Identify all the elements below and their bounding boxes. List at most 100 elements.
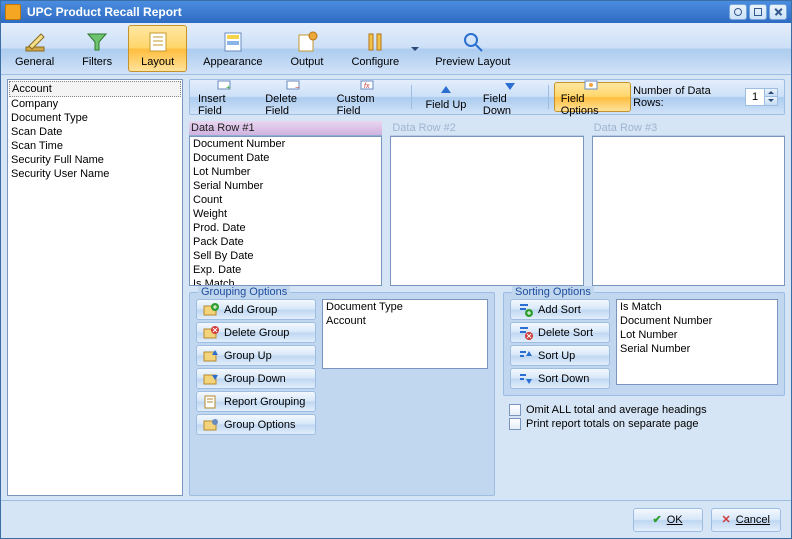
available-fields-list[interactable]: Account Company Document Type Scan Date … — [7, 79, 183, 496]
list-item[interactable]: Sell By Date — [190, 249, 381, 263]
tab-label: Output — [290, 56, 323, 68]
group-options-button[interactable]: Group Options — [196, 414, 316, 435]
add-sort-button[interactable]: Add Sort — [510, 299, 610, 320]
list-item[interactable]: Account — [9, 81, 181, 97]
list-item[interactable]: Account — [323, 314, 487, 328]
field-down-button[interactable]: Field Down — [477, 82, 543, 112]
options-icon — [203, 417, 219, 433]
tab-label: Preview Layout — [435, 56, 510, 68]
svg-text:−: − — [295, 83, 300, 92]
rows-spin-down[interactable] — [765, 97, 777, 105]
list-item[interactable]: Is Match — [190, 277, 381, 286]
pencil-icon — [23, 30, 47, 54]
add-group-button[interactable]: Add Group — [196, 299, 316, 320]
list-item[interactable]: Exp. Date — [190, 263, 381, 277]
tab-appearance[interactable]: Appearance — [189, 23, 276, 74]
button-label: Field Options — [561, 93, 624, 117]
data-row-1: Data Row #1 Document Number Document Dat… — [189, 121, 382, 286]
button-label: Delete Group — [224, 327, 289, 339]
tab-label: Layout — [141, 56, 174, 68]
list-item[interactable]: Serial Number — [617, 342, 777, 356]
preview-icon — [461, 30, 485, 54]
list-item[interactable]: Lot Number — [617, 328, 777, 342]
list-item[interactable]: Scan Date — [9, 125, 181, 139]
maximize-button[interactable] — [749, 4, 767, 20]
list-item[interactable]: Document Type — [323, 300, 487, 314]
delete-sort-button[interactable]: Delete Sort — [510, 322, 610, 343]
list-item[interactable]: Document Number — [190, 137, 381, 151]
custom-field-button[interactable]: fx Custom Field — [331, 82, 406, 112]
right-column: Sorting Options Add Sort Delete Sort — [503, 292, 785, 496]
group-box-label: Sorting Options — [512, 286, 594, 298]
group-down-button[interactable]: Group Down — [196, 368, 316, 389]
print-totals-checkbox[interactable]: Print report totals on separate page — [509, 418, 785, 430]
grouping-options: Grouping Options Add Group Delete Group — [189, 292, 495, 496]
layout-panel: + Insert Field − Delete Field fx Custom … — [189, 79, 785, 496]
sort-down-button[interactable]: Sort Down — [510, 368, 610, 389]
ok-button[interactable]: ✔ OK — [633, 508, 703, 532]
tab-output[interactable]: Output — [276, 23, 337, 74]
group-up-button[interactable]: Group Up — [196, 345, 316, 366]
list-item[interactable]: Lot Number — [190, 165, 381, 179]
up-icon — [517, 348, 533, 364]
rows-label: Number of Data Rows: — [633, 85, 741, 109]
options-icon — [584, 78, 600, 92]
layout-icon — [146, 30, 170, 54]
down-icon — [517, 371, 533, 387]
separator — [548, 85, 549, 109]
window-title: UPC Product Recall Report — [27, 5, 182, 19]
sort-up-button[interactable]: Sort Up — [510, 345, 610, 366]
grouping-list[interactable]: Document Type Account — [322, 299, 488, 369]
rows-spinner[interactable] — [745, 88, 778, 106]
tab-general[interactable]: General — [1, 23, 68, 74]
list-item[interactable]: Is Match — [617, 300, 777, 314]
checkbox-icon — [509, 404, 521, 416]
list-item[interactable]: Scan Time — [9, 139, 181, 153]
layout-toolbar: + Insert Field − Delete Field fx Custom … — [189, 79, 785, 115]
delete-icon — [203, 325, 219, 341]
rows-input[interactable] — [746, 90, 764, 104]
close-button[interactable] — [769, 4, 787, 20]
svg-text:+: + — [226, 83, 231, 92]
report-grouping-button[interactable]: Report Grouping — [196, 391, 316, 412]
tab-filters[interactable]: Filters — [68, 23, 126, 74]
list-item[interactable]: Document Date — [190, 151, 381, 165]
field-up-button[interactable]: Field Up — [417, 82, 475, 112]
list-item[interactable]: Prod. Date — [190, 221, 381, 235]
omit-headings-checkbox[interactable]: Omit ALL total and average headings — [509, 404, 785, 416]
button-label: Cancel — [736, 514, 770, 526]
tab-layout[interactable]: Layout — [128, 25, 187, 72]
custom-icon: fx — [360, 78, 376, 92]
field-options-button[interactable]: Field Options — [554, 82, 631, 112]
tab-label: Filters — [82, 56, 112, 68]
list-item[interactable]: Security Full Name — [9, 153, 181, 167]
rows-spin-up[interactable] — [765, 89, 777, 97]
group-box-label: Grouping Options — [198, 286, 290, 298]
minimize-button[interactable] — [729, 4, 747, 20]
list-item[interactable]: Count — [190, 193, 381, 207]
data-row-list — [390, 136, 583, 286]
list-item[interactable]: Serial Number — [190, 179, 381, 193]
report-icon — [203, 394, 219, 410]
sorting-list[interactable]: Is Match Document Number Lot Number Seri… — [616, 299, 778, 385]
data-row-title[interactable]: Data Row #1 — [189, 121, 382, 136]
list-item[interactable]: Document Number — [617, 314, 777, 328]
data-row-title: Data Row #2 — [390, 121, 583, 136]
list-item[interactable]: Weight — [190, 207, 381, 221]
cancel-button[interactable]: ✕ Cancel — [711, 508, 781, 532]
insert-field-button[interactable]: + Insert Field — [192, 82, 257, 112]
delete-field-button[interactable]: − Delete Field — [259, 82, 328, 112]
list-item[interactable]: Company — [9, 97, 181, 111]
list-item[interactable]: Document Type — [9, 111, 181, 125]
svg-text:fx: fx — [364, 83, 370, 90]
data-row-list[interactable]: Document Number Document Date Lot Number… — [189, 136, 382, 286]
list-item[interactable]: Pack Date — [190, 235, 381, 249]
button-label: Custom Field — [337, 93, 400, 117]
tab-configure[interactable]: Configure — [337, 23, 421, 74]
tab-preview-layout[interactable]: Preview Layout — [421, 23, 524, 74]
list-item[interactable]: Security User Name — [9, 167, 181, 181]
delete-group-button[interactable]: Delete Group — [196, 322, 316, 343]
window: UPC Product Recall Report General Filter… — [0, 0, 792, 539]
add-icon — [203, 302, 219, 318]
arrow-up-icon — [438, 84, 454, 98]
